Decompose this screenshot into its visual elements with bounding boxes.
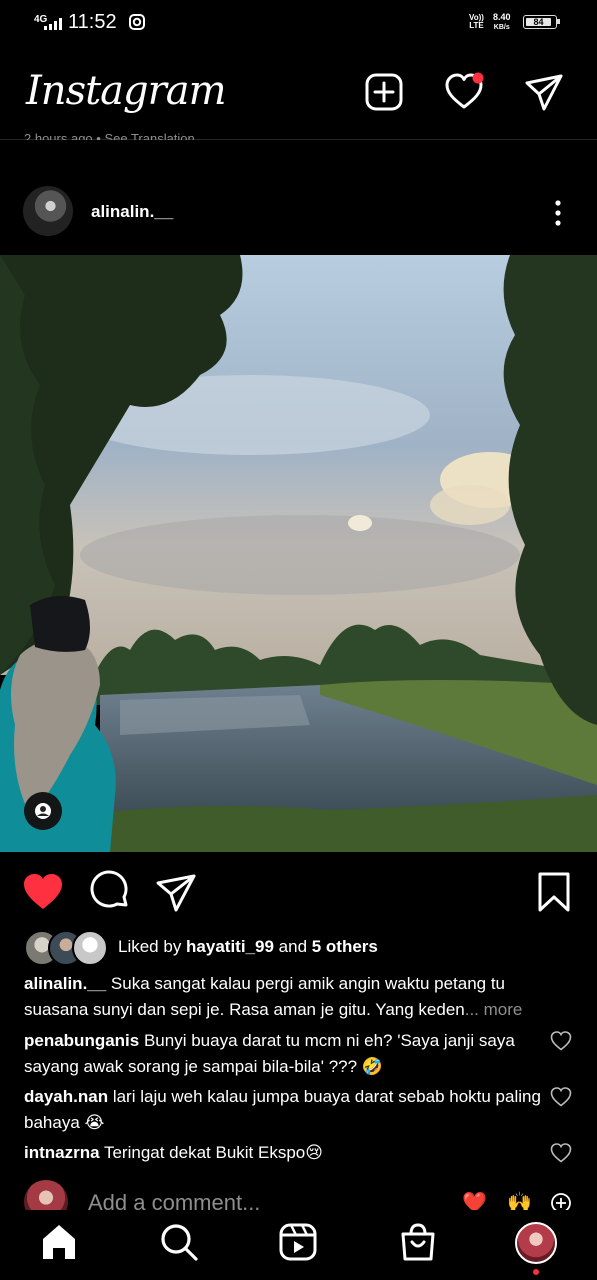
heart-icon[interactable]: [550, 1030, 572, 1052]
bottom-navigation: [0, 1210, 597, 1280]
list-item: penabunganis Bunyi buaya darat tu mcm ni…: [24, 1028, 544, 1080]
signal-icon: [44, 18, 62, 30]
liked-by-text[interactable]: Liked by hayatiti_99 and 5 others: [118, 937, 378, 957]
quick-reaction-clap[interactable]: 🙌: [507, 1190, 532, 1210]
post-caption: alinalin.__ Suka sangat kalau pergi amik…: [24, 971, 554, 1023]
comment-text: Teringat dekat Bukit Ekspo😢: [99, 1143, 323, 1162]
avatar[interactable]: [23, 186, 73, 236]
comment-icon[interactable]: [88, 870, 132, 914]
likes-row[interactable]: Liked by hayatiti_99 and 5 others: [24, 930, 584, 966]
status-bar: 4G 11:52 Vo)) LTE 8.40 KB/s 84: [0, 0, 597, 46]
post-header: alinalin.__: [0, 178, 597, 246]
search-icon[interactable]: [159, 1222, 199, 1262]
add-comment-row[interactable]: Add a comment... ❤️ 🙌: [0, 1178, 597, 1210]
create-post-icon[interactable]: [364, 72, 404, 112]
instagram-notification-icon: [129, 14, 145, 30]
avatar: [24, 1180, 68, 1210]
quick-reaction-heart[interactable]: ❤️: [462, 1190, 487, 1210]
home-icon[interactable]: [39, 1222, 79, 1262]
add-reaction-icon[interactable]: [550, 1192, 572, 1210]
shop-icon[interactable]: [398, 1222, 438, 1262]
more-options-icon[interactable]: [548, 198, 568, 228]
list-item: intnazrna Teringat dekat Bukit Ekspo😢: [24, 1140, 544, 1166]
post-actions: [0, 860, 597, 920]
instagram-logo[interactable]: Instagram: [26, 68, 227, 114]
battery-icon: 84: [523, 15, 560, 29]
share-icon[interactable]: [154, 870, 198, 914]
heart-icon[interactable]: [550, 1142, 572, 1164]
caption-more-link[interactable]: ... more: [465, 1000, 523, 1019]
heart-icon[interactable]: [550, 1086, 572, 1108]
app-header: Instagram: [0, 46, 597, 140]
notification-dot: [533, 1269, 539, 1275]
network-speed: 8.40 KB/s: [493, 12, 511, 32]
reels-icon[interactable]: [278, 1222, 318, 1262]
lake-landscape-image: [0, 255, 597, 852]
heart-icon[interactable]: [21, 870, 65, 914]
bookmark-icon[interactable]: [532, 870, 576, 914]
clock: 11:52: [68, 11, 117, 33]
caption-username[interactable]: alinalin.__: [24, 974, 106, 993]
list-item: dayah.nan lari laju weh kalau jumpa buay…: [24, 1084, 544, 1136]
direct-message-icon[interactable]: [524, 72, 564, 112]
profile-avatar[interactable]: [515, 1222, 557, 1264]
post-photo[interactable]: [0, 255, 597, 852]
avatar: [72, 930, 108, 966]
user-tag-icon[interactable]: [24, 792, 62, 830]
heart-icon[interactable]: [444, 72, 484, 112]
post-username[interactable]: alinalin.__: [91, 202, 173, 222]
comment-username[interactable]: intnazrna: [24, 1143, 100, 1162]
comment-username[interactable]: dayah.nan: [24, 1087, 108, 1106]
add-comment-input[interactable]: Add a comment...: [88, 1190, 260, 1210]
comment-username[interactable]: penabunganis: [24, 1031, 139, 1050]
volte-indicator: Vo)) LTE: [469, 13, 484, 30]
previous-post-meta: 2 hours ago • See Translation: [24, 131, 195, 140]
battery-level: 84: [526, 18, 551, 27]
